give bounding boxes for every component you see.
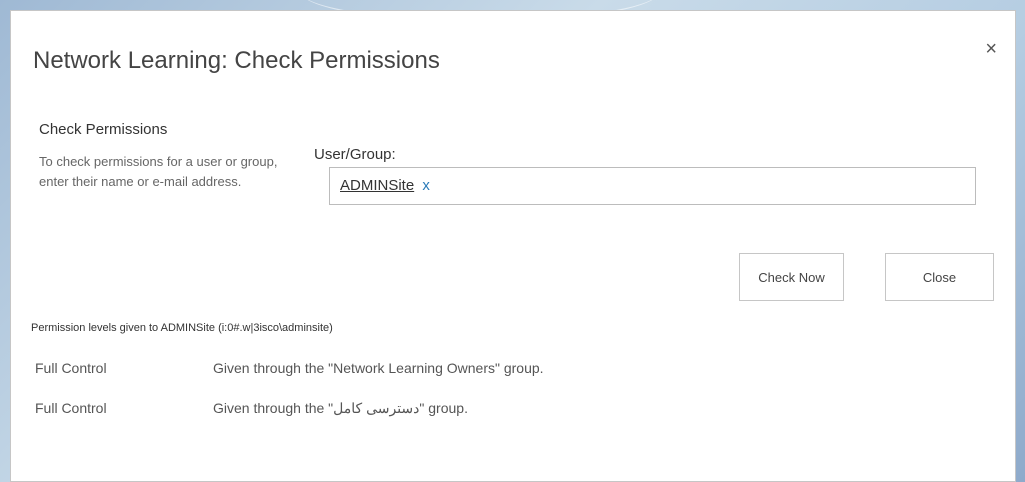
check-now-button[interactable]: Check Now	[739, 253, 844, 301]
remove-user-icon[interactable]: x	[422, 177, 430, 194]
close-icon[interactable]: ×	[985, 39, 997, 59]
permission-source: Given through the "Network Learning Owne…	[213, 360, 544, 376]
check-permissions-dialog: × Network Learning: Check Permissions Ch…	[10, 10, 1016, 482]
dialog-title: Network Learning: Check Permissions	[33, 47, 440, 74]
resolved-user-name[interactable]: ADMINSite	[340, 177, 414, 194]
section-description: To check permissions for a user or group…	[39, 154, 278, 189]
user-group-label: User/Group:	[314, 146, 396, 163]
permission-results-caption: Permission levels given to ADMINSite (i:…	[31, 322, 333, 334]
permission-level: Full Control	[35, 360, 107, 376]
section-heading: Check Permissions	[39, 121, 168, 138]
user-group-input[interactable]: ADMINSite x	[329, 167, 976, 205]
permission-level: Full Control	[35, 400, 107, 416]
permission-source: Given through the "دسترسی کامل" group.	[213, 400, 468, 416]
close-button[interactable]: Close	[885, 253, 994, 301]
